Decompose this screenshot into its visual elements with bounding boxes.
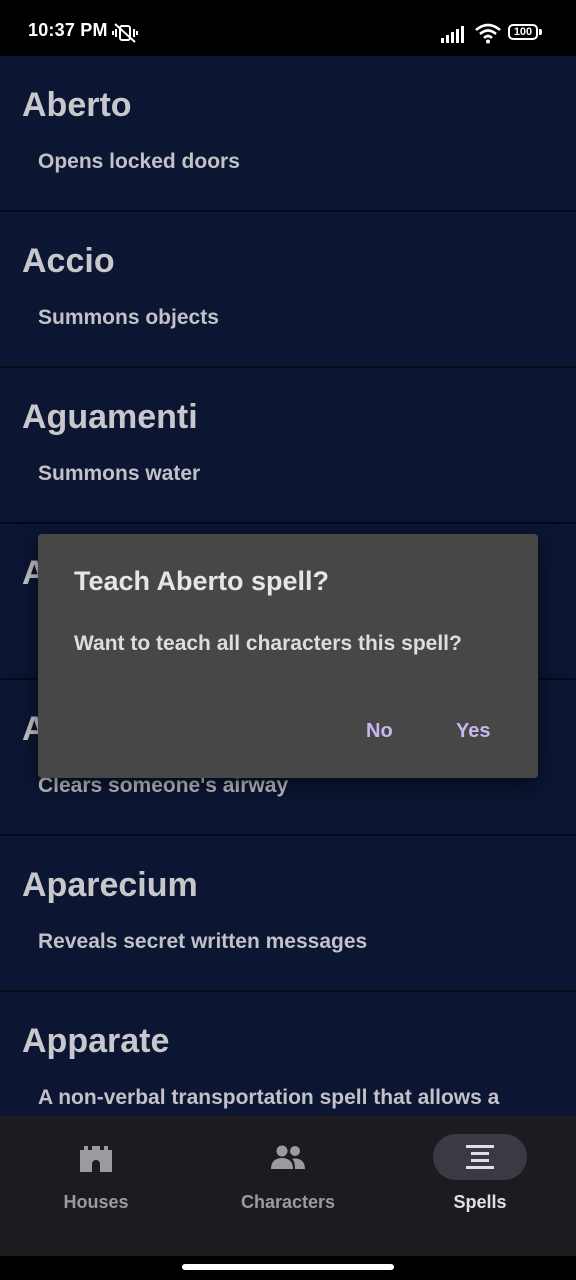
bottom-navigation: Houses Characters Spells — [0, 1116, 576, 1256]
nav-label: Spells — [453, 1192, 507, 1212]
nav-icon-container — [241, 1134, 335, 1180]
home-indicator[interactable] — [182, 1264, 394, 1270]
nav-label: Characters — [240, 1192, 336, 1212]
nav-item-spells[interactable]: Spells — [384, 1116, 576, 1256]
nav-active-indicator — [433, 1134, 527, 1180]
vibrate-off-icon — [112, 23, 138, 43]
people-icon — [271, 1145, 305, 1169]
nav-icon-container — [49, 1134, 143, 1180]
yes-button[interactable]: Yes — [452, 718, 494, 745]
dialog-message: Want to teach all characters this spell? — [74, 632, 462, 655]
system-home-bar — [0, 1256, 576, 1280]
teach-spell-dialog: Teach Aberto spell? Want to teach all ch… — [38, 534, 538, 778]
nav-item-houses[interactable]: Houses — [0, 1116, 192, 1256]
battery-icon: 100 — [508, 24, 538, 40]
castle-icon — [80, 1146, 112, 1172]
nav-item-characters[interactable]: Characters — [192, 1116, 384, 1256]
status-bar: 10:37 PM 100 — [0, 0, 576, 56]
no-button[interactable]: No — [362, 718, 397, 745]
wifi-icon — [475, 23, 501, 44]
signal-icon — [441, 26, 464, 43]
spells-list-icon — [466, 1145, 494, 1169]
battery-tip — [539, 29, 542, 35]
status-time: 10:37 PM — [28, 20, 108, 40]
dialog-title: Teach Aberto spell? — [74, 566, 330, 596]
nav-label: Houses — [63, 1192, 129, 1212]
battery-level: 100 — [513, 26, 533, 38]
